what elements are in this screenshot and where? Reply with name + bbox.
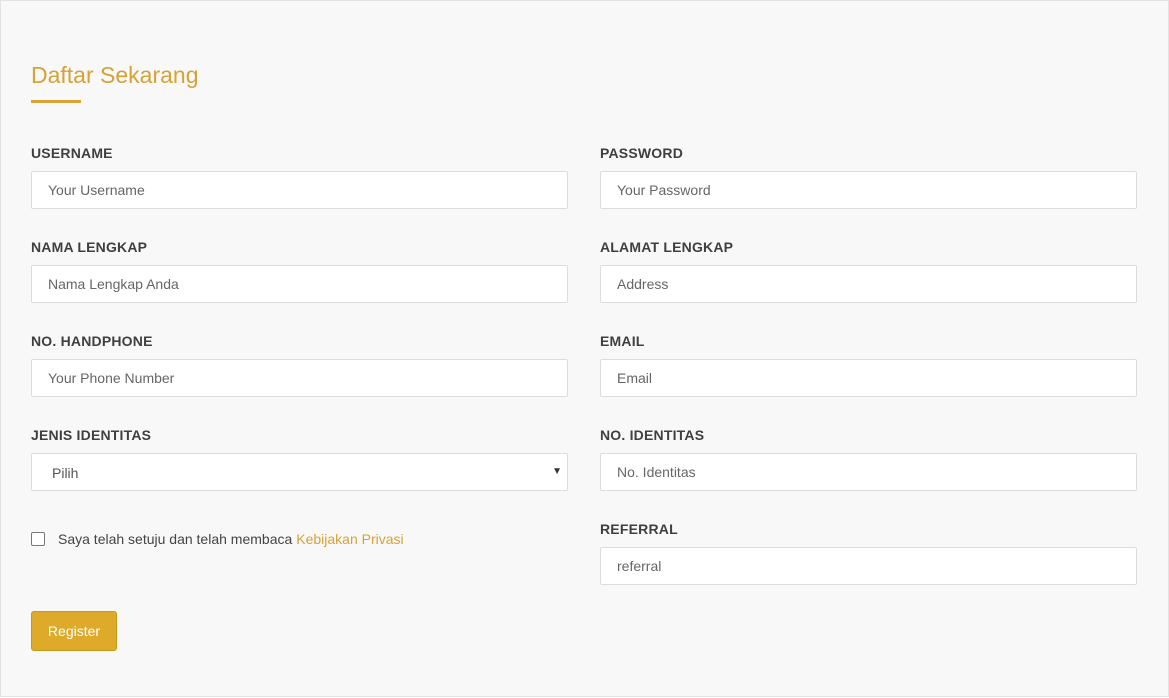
full-name-input[interactable]: [31, 265, 568, 303]
registration-panel: Daftar Sekarang USERNAME PASSWORD NAMA L…: [0, 0, 1169, 697]
username-input[interactable]: [31, 171, 568, 209]
id-type-label: JENIS IDENTITAS: [31, 427, 152, 443]
password-input[interactable]: [600, 171, 1137, 209]
password-label: PASSWORD: [600, 145, 684, 161]
privacy-consent: Saya telah setuju dan telah membaca Kebi…: [31, 531, 404, 547]
privacy-policy-link[interactable]: Kebijakan Privasi: [296, 531, 403, 547]
full-name-label: NAMA LENGKAP: [31, 239, 148, 255]
username-label: USERNAME: [31, 145, 113, 161]
id-type-selected-value: Pilih: [52, 465, 79, 481]
privacy-consent-text: Saya telah setuju dan telah membaca: [58, 531, 293, 547]
address-label: ALAMAT LENGKAP: [600, 239, 734, 255]
address-input[interactable]: [600, 265, 1137, 303]
id-type-select[interactable]: Pilih ▼: [31, 453, 568, 491]
phone-input[interactable]: [31, 359, 568, 397]
email-label: EMAIL: [600, 333, 645, 349]
chevron-down-icon: ▼: [552, 466, 562, 477]
email-input[interactable]: [600, 359, 1137, 397]
privacy-consent-checkbox[interactable]: [31, 532, 45, 546]
phone-label: NO. HANDPHONE: [31, 333, 153, 349]
referral-input[interactable]: [600, 547, 1137, 585]
page-title: Daftar Sekarang: [31, 62, 199, 88]
title-underline: [31, 100, 81, 103]
id-number-input[interactable]: [600, 453, 1137, 491]
register-button[interactable]: Register: [31, 611, 117, 651]
id-number-label: NO. IDENTITAS: [600, 427, 705, 443]
referral-label: REFERRAL: [600, 521, 678, 537]
